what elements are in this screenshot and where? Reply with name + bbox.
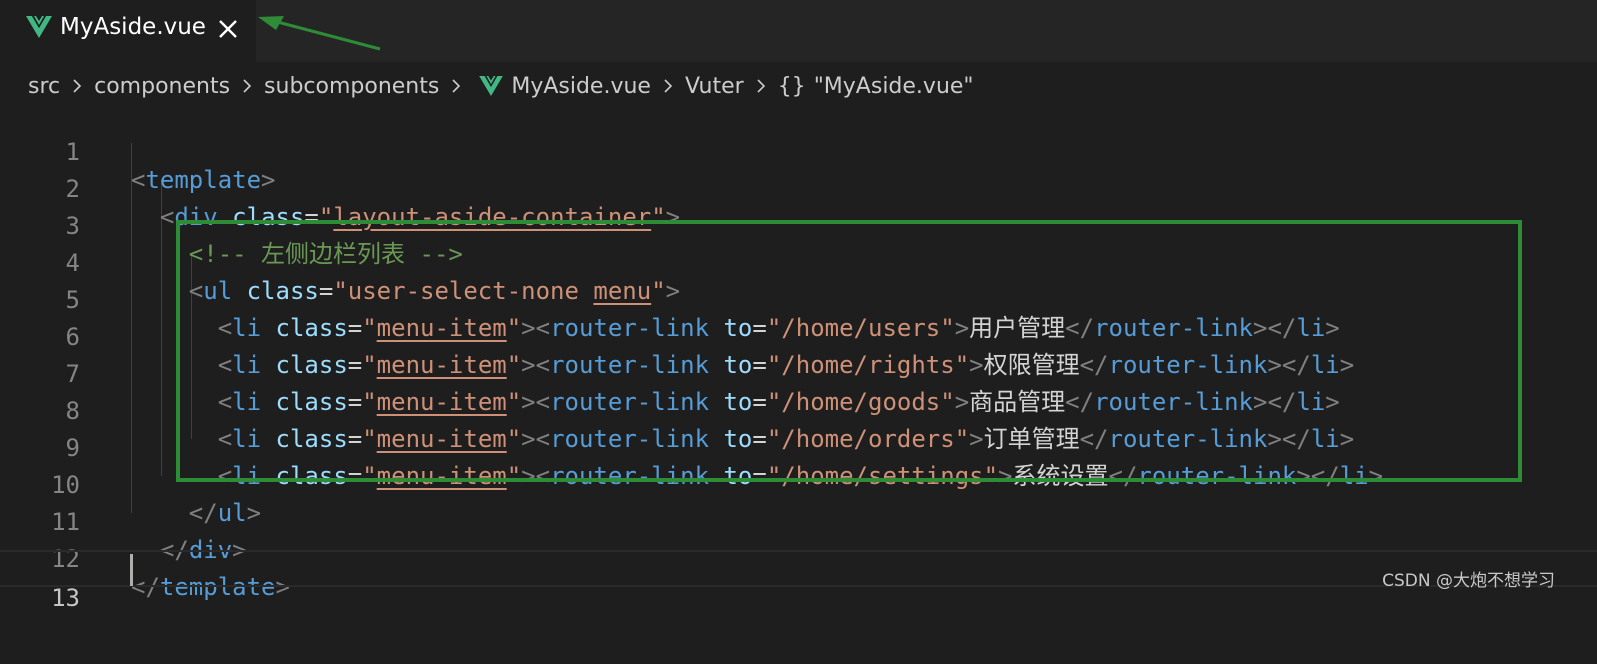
- chevron-right-icon: [664, 79, 673, 93]
- chevron-right-icon: [73, 79, 82, 93]
- close-icon[interactable]: [216, 17, 240, 41]
- code-editor[interactable]: 1 <template> 2 <div class="layout-aside-…: [0, 106, 1597, 612]
- breadcrumb-item-file[interactable]: MyAside.vue: [511, 74, 651, 99]
- breadcrumb-item-src[interactable]: src: [28, 74, 60, 99]
- code-line[interactable]: 1 <template>: [0, 106, 1597, 194]
- code-line[interactable]: 7 <li class="menu-item"><router-link to=…: [0, 328, 1597, 416]
- breadcrumb-item-components[interactable]: components: [94, 74, 230, 99]
- code-line-current[interactable]: 13: [0, 550, 1597, 612]
- vue-icon: [479, 76, 504, 96]
- code-line[interactable]: 12 </template>: [0, 513, 1597, 601]
- chevron-right-icon: [243, 79, 252, 93]
- code-line[interactable]: 6 <li class="menu-item"><router-link to=…: [0, 291, 1597, 379]
- chevron-right-icon: [757, 79, 765, 93]
- braces-icon: {}: [777, 73, 806, 99]
- watermark: CSDN @大炮不想学习: [1382, 571, 1555, 591]
- code-line[interactable]: 5 <li class="menu-item"><router-link to=…: [0, 254, 1597, 342]
- editor-tab-bar: MyAside.vue: [0, 0, 1597, 62]
- code-line[interactable]: 4 <ul class="user-select-none menu">: [0, 217, 1597, 305]
- code-line[interactable]: 2 <div class="layout-aside-container">: [0, 143, 1597, 231]
- text-cursor: [130, 554, 133, 586]
- tab-label: MyAside.vue: [60, 14, 206, 40]
- chevron-right-icon: [452, 79, 461, 93]
- code-line[interactable]: 3 <!-- 左侧边栏列表 -->: [0, 180, 1597, 268]
- line-number: 13: [51, 584, 80, 612]
- breadcrumb-item-vuter[interactable]: Vuter: [685, 74, 744, 99]
- vue-icon: [26, 16, 52, 38]
- code-line[interactable]: 11 </div>: [0, 476, 1597, 564]
- code-line[interactable]: 10 </ul>: [0, 439, 1597, 527]
- breadcrumb-item-symbol[interactable]: "MyAside.vue": [814, 74, 974, 99]
- tab-myaside-vue[interactable]: MyAside.vue: [0, 0, 256, 62]
- breadcrumb-item-subcomponents[interactable]: subcomponents: [264, 74, 439, 99]
- breadcrumb: src components subcomponents MyAside.vue…: [28, 68, 974, 104]
- code-line[interactable]: 9 <li class="menu-item"><router-link to=…: [0, 402, 1597, 490]
- code-line[interactable]: 8 <li class="menu-item"><router-link to=…: [0, 365, 1597, 453]
